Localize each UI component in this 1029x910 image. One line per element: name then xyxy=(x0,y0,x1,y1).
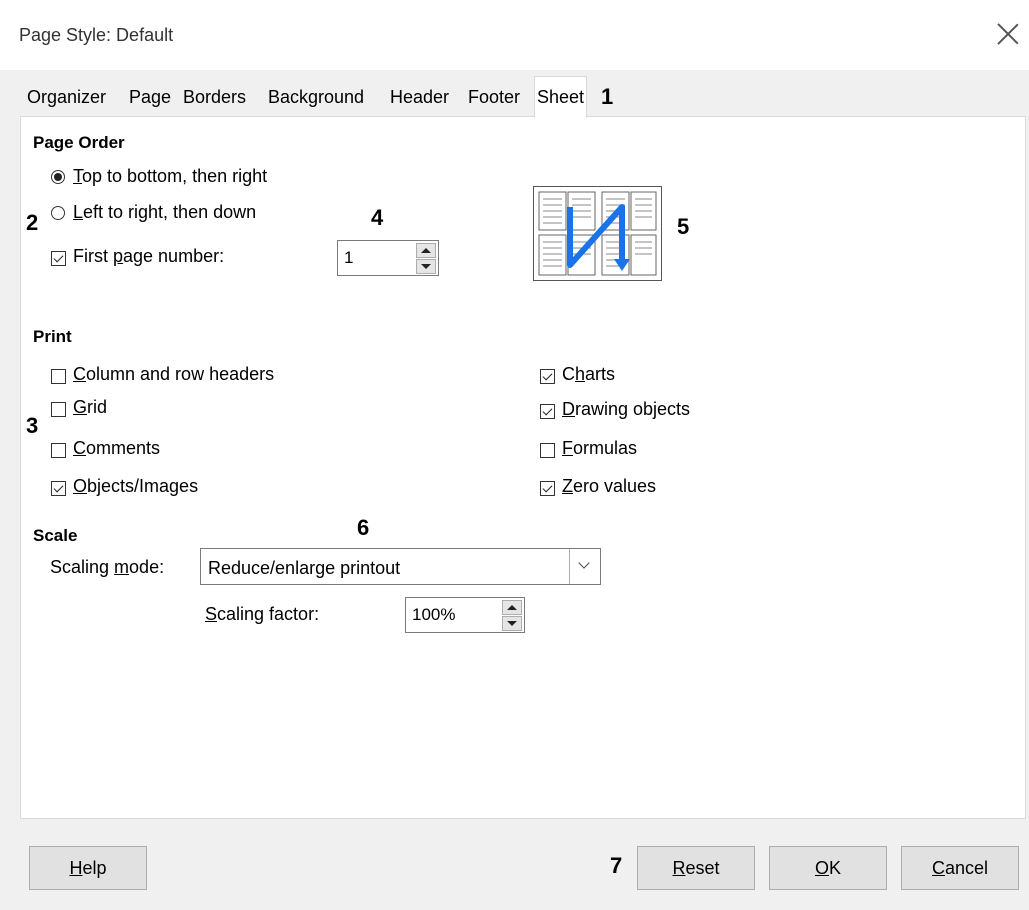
checkbox-drawing-objects-label: Drawing objects xyxy=(562,399,691,419)
scaling-factor-label: Scaling factor: xyxy=(205,604,320,624)
scaling-factor-spinner-buttons[interactable] xyxy=(502,600,522,631)
radio-top-to-bottom-control[interactable] xyxy=(51,170,65,184)
checkbox-comments-label: Comments xyxy=(73,438,161,458)
checkbox-grid-label: Grid xyxy=(73,397,108,417)
first-page-number-spinner[interactable]: 1 xyxy=(337,240,439,276)
tab-page[interactable]: Page xyxy=(129,79,171,116)
tab-sheet[interactable]: Sheet xyxy=(534,76,588,118)
checkbox-objects-images[interactable]: Objects/Images xyxy=(51,476,271,502)
radio-top-to-bottom[interactable]: Top to bottom, then right xyxy=(51,166,331,192)
radio-left-to-right-label: Left to right, then down xyxy=(73,202,257,222)
checkbox-objects-images-label: Objects/Images xyxy=(73,476,199,496)
radio-left-to-right[interactable]: Left to right, then down xyxy=(51,202,331,228)
callout-5: 5 xyxy=(677,214,690,239)
scale-heading: Scale xyxy=(33,526,78,545)
checkbox-formulas-control[interactable] xyxy=(540,443,555,458)
cancel-button[interactable]: Cancel xyxy=(901,846,1019,890)
checkbox-formulas-label: Formulas xyxy=(562,438,638,458)
callout-7: 7 xyxy=(610,853,623,878)
checkbox-comments[interactable]: Comments xyxy=(51,438,251,464)
checkbox-objects-images-control[interactable] xyxy=(51,481,66,496)
tab-organizer[interactable]: Organizer xyxy=(27,79,106,116)
first-page-number-label: First page number: xyxy=(73,246,225,266)
reset-button[interactable]: Reset xyxy=(637,846,755,890)
checkbox-grid[interactable]: Grid xyxy=(51,397,251,423)
callout-1: 1 xyxy=(601,84,614,109)
page-order-heading: Page Order xyxy=(33,133,125,152)
scaling-factor-value[interactable]: 100% xyxy=(412,605,455,625)
checkbox-charts-label: Charts xyxy=(562,364,616,384)
checkbox-grid-control[interactable] xyxy=(51,402,66,417)
scaling-mode-select[interactable]: Reduce/enlarge printout xyxy=(200,548,601,585)
radio-left-to-right-control[interactable] xyxy=(51,206,65,220)
close-icon[interactable] xyxy=(996,22,1020,46)
checkbox-column-row-headers[interactable]: Column and row headers xyxy=(51,364,351,390)
window-title: Page Style: Default xyxy=(19,25,174,45)
checkbox-formulas[interactable]: Formulas xyxy=(540,438,740,464)
checkbox-zero-values[interactable]: Zero values xyxy=(540,476,740,502)
spin-down-icon[interactable] xyxy=(502,616,522,631)
tab-background[interactable]: Background xyxy=(268,79,364,116)
print-heading: Print xyxy=(33,327,72,346)
checkbox-zero-values-label: Zero values xyxy=(562,476,657,496)
spin-up-icon[interactable] xyxy=(502,600,522,615)
help-button[interactable]: Help xyxy=(29,846,147,890)
checkbox-drawing-objects[interactable]: Drawing objects xyxy=(540,399,760,425)
spin-down-icon[interactable] xyxy=(416,259,436,274)
callout-2: 2 xyxy=(26,210,39,235)
checkbox-drawing-objects-control[interactable] xyxy=(540,404,555,419)
spin-up-icon[interactable] xyxy=(416,243,436,258)
scaling-mode-label: Scaling mode: xyxy=(50,557,165,577)
checkbox-zero-values-control[interactable] xyxy=(540,481,555,496)
tab-footer[interactable]: Footer xyxy=(468,79,520,116)
scaling-mode-value: Reduce/enlarge printout xyxy=(208,558,401,578)
scaling-factor-spinner[interactable]: 100% xyxy=(405,597,525,633)
page-order-preview-icon xyxy=(538,191,657,276)
checkbox-charts[interactable]: Charts xyxy=(540,364,740,390)
callout-3: 3 xyxy=(26,413,39,438)
title-bar: Page Style: Default xyxy=(0,0,1029,70)
checkbox-comments-control[interactable] xyxy=(51,443,66,458)
checkbox-column-row-headers-label: Column and row headers xyxy=(73,364,275,384)
tab-header[interactable]: Header xyxy=(390,79,449,116)
ok-button[interactable]: OK xyxy=(769,846,887,890)
first-page-number-value[interactable]: 1 xyxy=(344,248,353,268)
first-page-number-check-control[interactable] xyxy=(51,251,66,266)
checkbox-charts-control[interactable] xyxy=(540,369,555,384)
tab-borders[interactable]: Borders xyxy=(183,79,246,116)
checkbox-column-row-headers-control[interactable] xyxy=(51,369,66,384)
spinner-buttons[interactable] xyxy=(416,243,436,274)
radio-top-to-bottom-label: Top to bottom, then right xyxy=(73,166,268,186)
callout-6: 6 xyxy=(357,515,370,540)
chevron-down-icon[interactable] xyxy=(569,549,600,584)
page-order-preview xyxy=(533,186,662,281)
first-page-number-checkbox[interactable]: First page number: xyxy=(51,246,291,272)
callout-4: 4 xyxy=(371,205,384,230)
